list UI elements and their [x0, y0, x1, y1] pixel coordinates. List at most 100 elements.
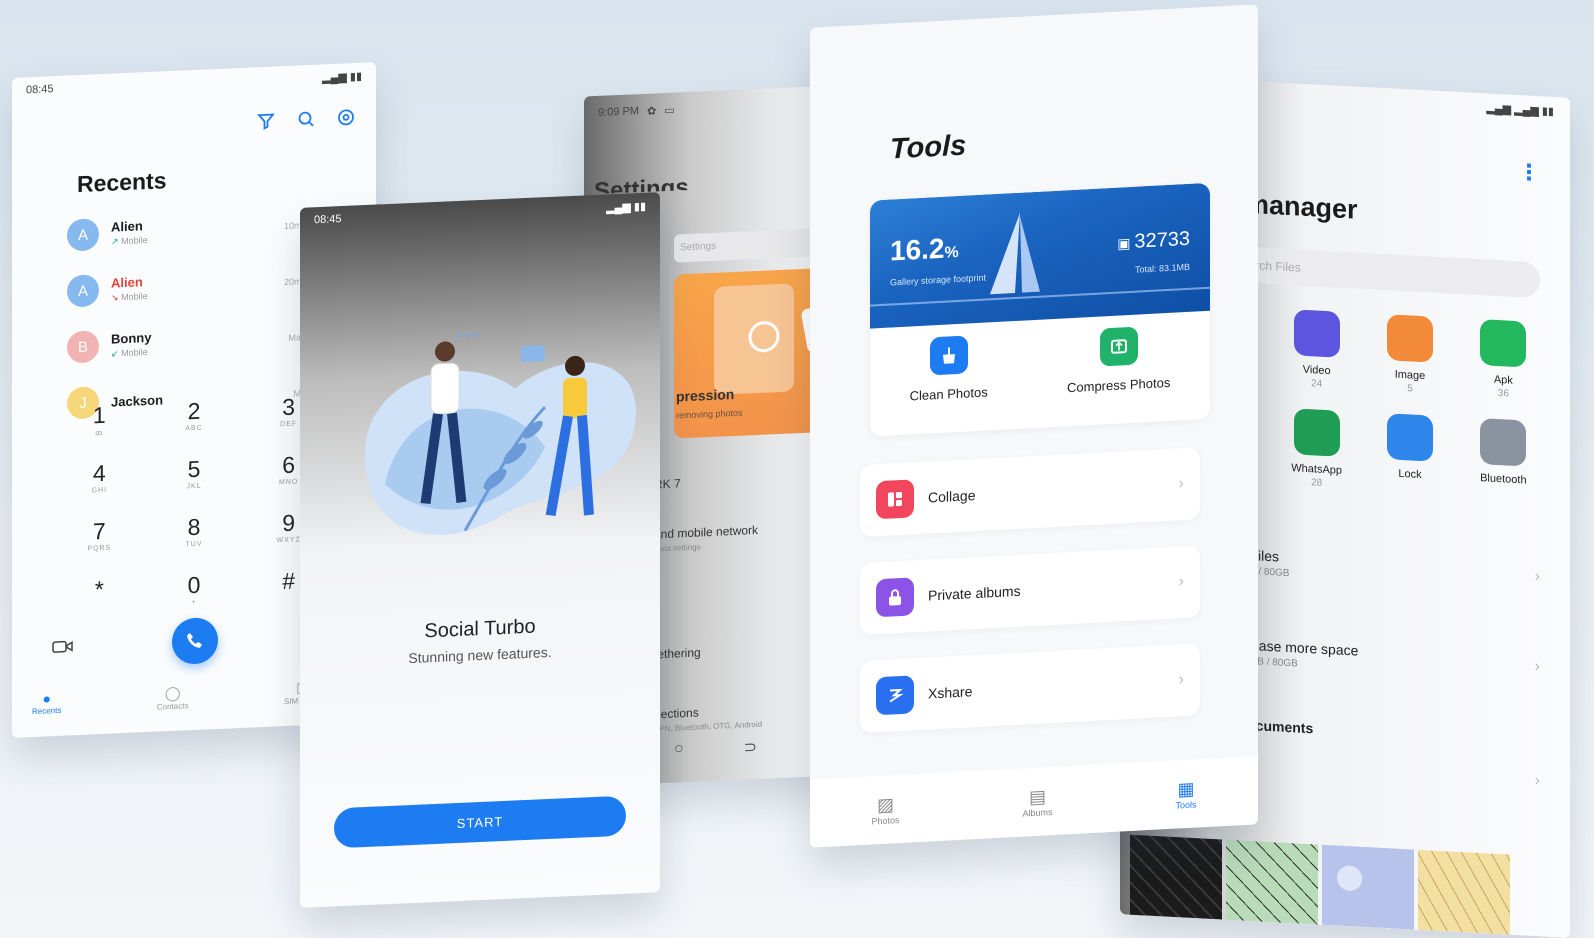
xshare-icon [876, 675, 914, 716]
system-nav: ○ ⊃ [674, 737, 757, 761]
start-button[interactable]: START [334, 795, 626, 849]
notification-icon: ▭ [664, 104, 675, 117]
tab-albums[interactable]: ▤ Albums [1022, 786, 1052, 818]
ellipsis-icon [1480, 418, 1527, 467]
chevron-right-icon: › [1534, 771, 1540, 790]
search-icon[interactable] [296, 109, 316, 130]
call-type: Mobile [121, 235, 148, 247]
category-video[interactable]: Video 24 [1270, 308, 1363, 392]
document-thumbnails [1130, 834, 1510, 935]
all-files-row[interactable]: All Files29GB / 80GB › [1230, 546, 1540, 592]
phone-icon [187, 633, 202, 648]
chevron-right-icon: › [1178, 573, 1184, 591]
thumbnail-blue-pattern[interactable] [1322, 844, 1414, 930]
storage-card[interactable]: 16.2% Gallery storage footprint ▣ 32733 … [870, 182, 1210, 437]
chevron-right-icon: › [1178, 671, 1184, 689]
dial-key[interactable]: 1ꝏ [52, 400, 147, 454]
collage-item[interactable]: Collage › [860, 447, 1200, 538]
clean-photos-button[interactable]: Clean Photos [910, 334, 988, 404]
category-whatsapp[interactable]: WhatsApp 28 [1270, 407, 1363, 491]
broom-icon [929, 335, 968, 376]
signal-icons: ▂▄▆ ▂▄▆ ▮▮ [1486, 102, 1554, 118]
compress-photos-button[interactable]: Compress Photos [1067, 325, 1170, 395]
settings-row[interactable]: and mobile network Data settings [654, 523, 758, 554]
play-icon [1293, 309, 1340, 358]
status-time: 9:09 PM [598, 105, 639, 119]
gear-icon: ✿ [646, 104, 657, 118]
outgoing-arrow-icon: ↗ [111, 236, 119, 247]
toolbar [256, 107, 356, 131]
chevron-right-icon: › [1534, 567, 1540, 586]
avatar: A [67, 218, 99, 252]
whatsapp-icon [1293, 408, 1340, 457]
chevron-right-icon: › [1534, 657, 1540, 676]
incoming-arrow-icon: ↙ [111, 348, 119, 359]
more-options-icon[interactable]: ⋮ [1518, 159, 1540, 186]
settings-row[interactable]: tethering [654, 645, 701, 661]
lock-icon [876, 577, 914, 618]
tab-tools[interactable]: ▦ Tools [1175, 778, 1196, 810]
video-call-icon[interactable] [52, 638, 74, 655]
storage-percent: 16.2% [890, 232, 959, 267]
dial-key[interactable]: 5 JKL [147, 454, 242, 508]
collage-icon [876, 479, 914, 520]
banner-subtitle: removing photos [676, 407, 743, 421]
image-icon: ▣ [1117, 234, 1135, 252]
release-space-row[interactable]: Release more space 28.9GB / 80GB › [1230, 636, 1540, 682]
person-icon: ◯ [164, 684, 181, 702]
filter-icon[interactable] [256, 110, 276, 131]
photo-icon: ▨ [876, 793, 894, 815]
avatar: A [67, 274, 99, 308]
dial-key[interactable]: 2 ABC [147, 396, 242, 450]
home-icon[interactable]: ○ [674, 740, 684, 760]
dialpad: 1ꝏ 2 ABC 3 DEF 4 GHI 5 JKL 6 MNO 7 PQRS 8 TUV 9… [52, 392, 336, 628]
nav-recents[interactable]: ● Recents [32, 690, 61, 717]
dial-key[interactable]: 4 GHI [52, 458, 147, 512]
tools-grid-icon: ▦ [1177, 778, 1195, 799]
social-turbo-illustration: ••• [365, 328, 636, 535]
quick-tools: Clean Photos Compress Photos [870, 323, 1210, 406]
album-row[interactable]: lbum › [1230, 756, 1540, 790]
gear-icon[interactable] [336, 107, 356, 128]
dial-key[interactable]: 7 PQRS [52, 516, 147, 570]
storage-banner: 16.2% Gallery storage footprint ▣ 32733 … [870, 182, 1210, 329]
download-icon [1386, 413, 1433, 462]
svg-text:•••: ••• [455, 328, 480, 345]
dial-key[interactable]: 8 TUV [147, 512, 242, 566]
nav-contacts[interactable]: ◯ Contacts [157, 684, 189, 712]
call-button[interactable] [172, 616, 218, 665]
missed-arrow-icon: ↘ [111, 292, 119, 303]
status-time: 08:45 [314, 213, 342, 227]
category-apk[interactable]: Apk 36 [1457, 318, 1550, 402]
category-image[interactable]: Image 5 [1363, 313, 1456, 397]
tab-photos[interactable]: ▨ Photos [871, 794, 899, 826]
category-lock[interactable]: Lock [1363, 412, 1456, 496]
image-icon [1386, 314, 1433, 363]
settings-row[interactable]: nections VPN, Bluetooth, OTG, Android [654, 703, 762, 734]
signal-icons: ▂▄▆ ▮▮ [606, 200, 646, 214]
thumbnail-dark-pattern[interactable] [1130, 834, 1222, 920]
avatar: B [67, 330, 99, 364]
bottom-nav: ●Recents ◯Contacts ▯SIM card [32, 679, 316, 717]
recent-documents-header: t documents [1230, 715, 1314, 737]
photo-count: ▣ 32733 [1117, 227, 1190, 253]
thumbnail-yellow-pattern[interactable] [1418, 849, 1510, 935]
clock-icon: ● [42, 690, 51, 707]
back-icon[interactable]: ⊃ [744, 737, 757, 758]
status-bar: 08:45 ▂▄▆ ▮▮ [12, 62, 376, 104]
thumbnail-green-pattern[interactable] [1226, 839, 1318, 925]
category-bluetooth[interactable]: Bluetooth [1457, 417, 1550, 501]
page-title: Settings [594, 173, 689, 195]
phone-tools: Tools 16.2% Gallery storage footprint ▣ … [810, 4, 1258, 848]
xshare-item[interactable]: Xshare › [860, 643, 1200, 734]
search-input[interactable]: Search Files [1220, 245, 1540, 299]
signal-icons: ▂▄▆ ▮▮ [322, 70, 362, 84]
call-type: Mobile [121, 291, 148, 303]
android-icon [1480, 319, 1527, 368]
status-time: 08:45 [26, 83, 54, 97]
page-title: Recents [77, 167, 167, 198]
private-albums-item[interactable]: Private albums › [860, 545, 1200, 636]
phone-social-turbo: 08:45 ▂▄▆ ▮▮ ••• Social Turbo Stunning n… [300, 192, 660, 908]
compress-icon [1099, 326, 1138, 367]
category-grid: Video 24 Image 5 Apk 36 WhatsApp 28 Lock Blu… [1270, 308, 1550, 501]
